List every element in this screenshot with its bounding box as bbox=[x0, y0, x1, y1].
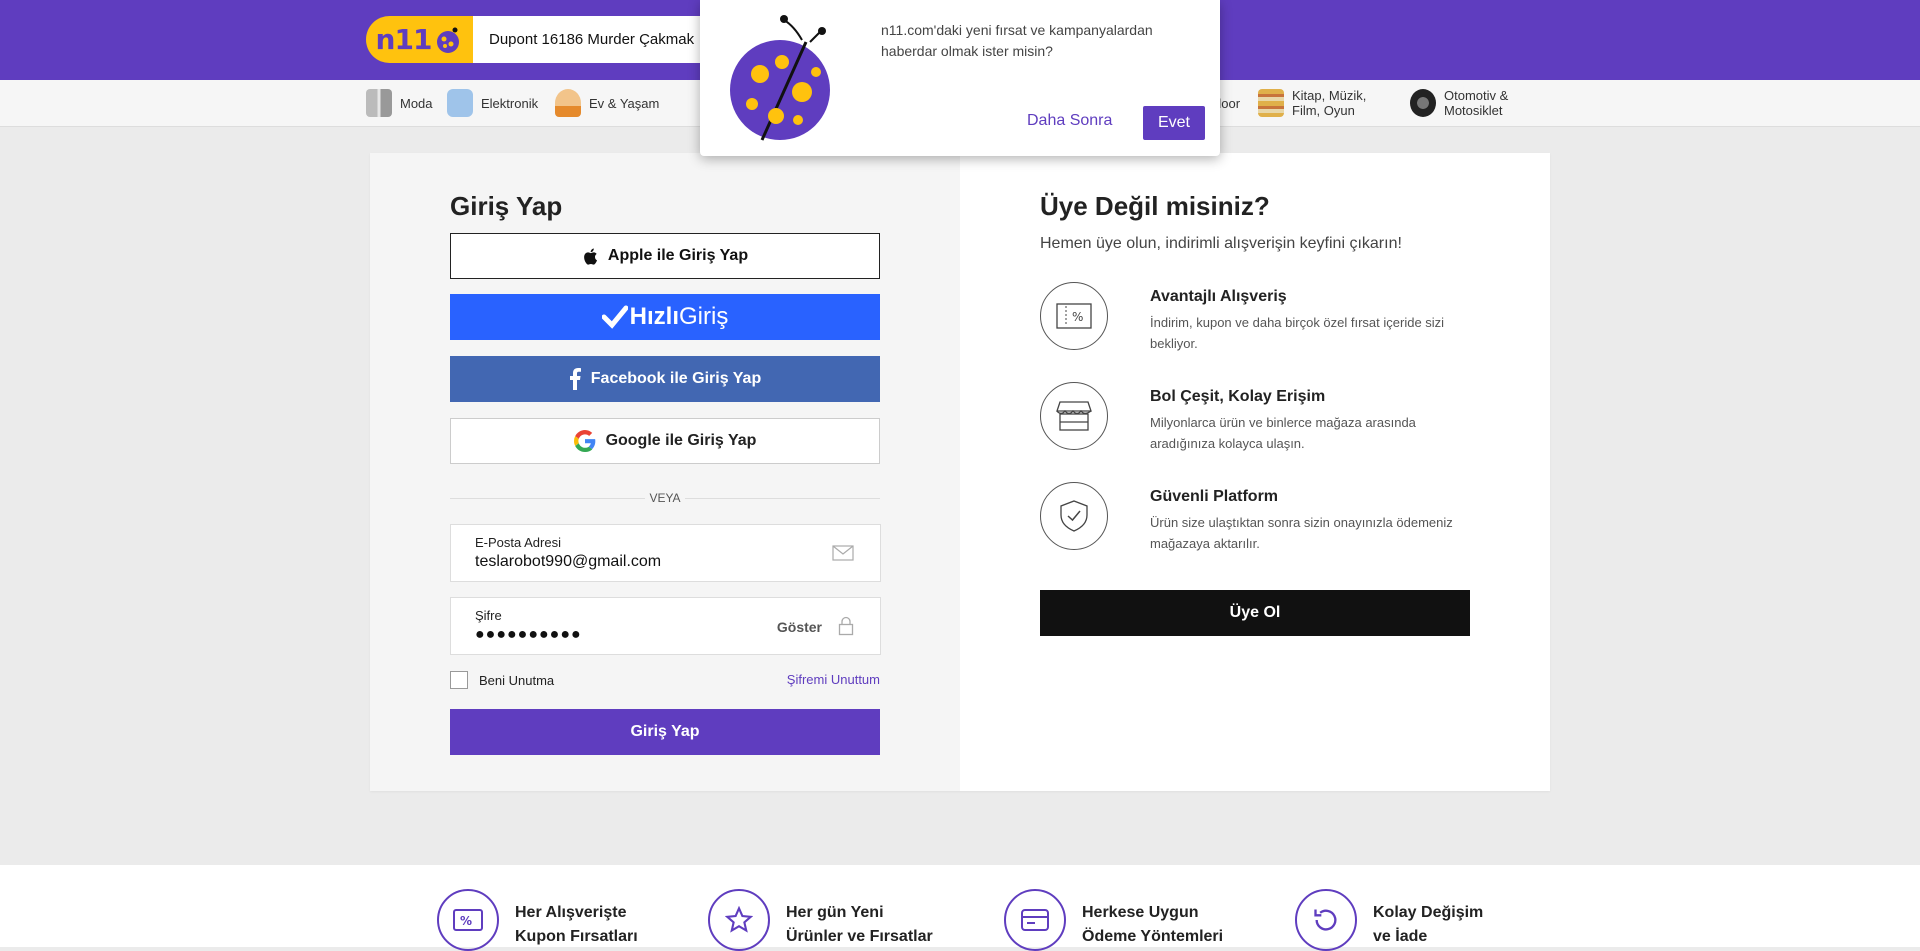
email-label: E-Posta Adresi bbox=[475, 535, 561, 550]
footer-feature-text: Her gün Yeni Ürünler ve Fırsatlar bbox=[786, 901, 986, 949]
google-icon bbox=[573, 430, 595, 452]
login-submit-button[interactable]: Giriş Yap bbox=[450, 709, 880, 755]
register-subtitle: Hemen üye olun, indirimli alışverişin ke… bbox=[1040, 235, 1402, 252]
checkmark-icon bbox=[601, 305, 628, 329]
auth-card: Giriş Yap Apple ile Giriş Yap Hızlı Giriş… bbox=[370, 153, 1550, 791]
password-field[interactable]: Şifre ●●●●●●●●●● Göster bbox=[450, 597, 881, 655]
register-button[interactable]: Üye Ol bbox=[1040, 590, 1470, 636]
footer-line: Kupon Fırsatları bbox=[515, 928, 638, 945]
apple-icon bbox=[584, 248, 597, 265]
search-input[interactable]: Dupont 16186 Murder Çakmak bbox=[473, 16, 713, 63]
category-label: Otomotiv & Motosiklet bbox=[1444, 88, 1509, 118]
divider-line bbox=[685, 498, 880, 499]
footer-feature-text: Herkese Uygun Ödeme Yöntemleri bbox=[1082, 901, 1282, 949]
forgot-password-link[interactable]: Şifremi Unuttum bbox=[787, 672, 880, 687]
card-icon bbox=[1004, 889, 1066, 951]
mail-icon bbox=[832, 545, 854, 561]
footer-line: Her gün Yeni bbox=[786, 904, 884, 921]
tire-icon bbox=[1410, 89, 1436, 117]
feature-item: Bol Çeşit, Kolay Erişim Milyonlarca ürün… bbox=[1040, 382, 1480, 456]
feature-item: % Avantajlı Alışveriş İndirim, kupon ve … bbox=[1040, 282, 1480, 356]
register-panel: Üye Değil misiniz? Hemen üye olun, indir… bbox=[960, 153, 1550, 791]
facebook-login-label: Facebook ile Giriş Yap bbox=[590, 370, 762, 387]
star-icon bbox=[708, 889, 770, 951]
footer-line: Kolay Değişim bbox=[1373, 904, 1484, 921]
footer-features: % Her Alışverişte Kupon Fırsatları Her g… bbox=[0, 865, 1920, 951]
lock-icon bbox=[838, 616, 854, 636]
coupon-icon: % bbox=[437, 889, 499, 951]
footer-line: Herkese Uygun bbox=[1082, 904, 1199, 921]
feature-title: Bol Çeşit, Kolay Erişim bbox=[1150, 388, 1326, 405]
footer-line: Ödeme Yöntemleri bbox=[1082, 928, 1224, 945]
apple-login-label: Apple ile Giriş Yap bbox=[607, 247, 749, 264]
store-icon bbox=[1040, 382, 1108, 450]
category-otomotiv[interactable]: Otomotiv & Motosiklet bbox=[1410, 80, 1534, 126]
notification-popup: n11.com'daki yeni fırsat ve kampanyalard… bbox=[700, 0, 1220, 156]
apple-login-button[interactable]: Apple ile Giriş Yap bbox=[450, 233, 880, 279]
facebook-icon bbox=[569, 368, 581, 390]
show-password-button[interactable]: Göster bbox=[777, 619, 822, 635]
email-field[interactable]: E-Posta Adresi teslarobot990@gmail.com bbox=[450, 524, 881, 582]
category-moda[interactable]: Moda bbox=[366, 80, 433, 126]
remember-me-label: Beni Unutma bbox=[479, 673, 555, 688]
remember-me-checkbox[interactable] bbox=[450, 671, 468, 689]
feature-desc: Ürün size ulaştıktan sonra sizin onayını… bbox=[1150, 515, 1453, 551]
feature-title: Güvenli Platform bbox=[1150, 488, 1279, 505]
google-login-label: Google ile Giriş Yap bbox=[605, 432, 757, 449]
login-panel: Giriş Yap Apple ile Giriş Yap Hızlı Giriş… bbox=[370, 153, 960, 791]
popup-message: n11.com'daki yeni fırsat ve kampanyalard… bbox=[881, 22, 1153, 59]
hizli-light-label: Giriş bbox=[679, 303, 729, 330]
login-title: Giriş Yap bbox=[450, 191, 563, 221]
ladybug-logo-icon bbox=[437, 27, 460, 53]
electronics-icon bbox=[447, 89, 473, 117]
feature-item: Güvenli Platform Ürün size ulaştıktan so… bbox=[1040, 482, 1480, 556]
fashion-icon bbox=[366, 89, 392, 117]
logo-text: n11 bbox=[375, 23, 433, 56]
facebook-login-button[interactable]: Facebook ile Giriş Yap bbox=[450, 356, 880, 402]
footer-line: Her Alışverişte bbox=[515, 904, 627, 921]
feature-desc: İndirim, kupon ve daha birçok özel fırsa… bbox=[1150, 315, 1445, 351]
popup-later-button[interactable]: Daha Sonra bbox=[1027, 112, 1112, 130]
shield-icon bbox=[1040, 482, 1108, 550]
hizli-giris-button[interactable]: Hızlı Giriş bbox=[450, 294, 880, 340]
footer-feature-text: Kolay Değişim ve İade bbox=[1373, 901, 1573, 949]
return-icon bbox=[1295, 889, 1357, 951]
ladybug-icon bbox=[730, 15, 830, 141]
book-icon bbox=[1258, 89, 1284, 117]
or-divider: VEYA bbox=[450, 490, 880, 506]
coupon-icon: % bbox=[1040, 282, 1108, 350]
category-ev-yasam[interactable]: Ev & Yaşam bbox=[555, 80, 659, 126]
category-elektronik[interactable]: Elektronik bbox=[447, 80, 538, 126]
home-icon bbox=[555, 89, 581, 117]
n11-logo[interactable]: n11 bbox=[366, 16, 473, 63]
category-label: Elektronik bbox=[481, 95, 539, 111]
password-label: Şifre bbox=[475, 608, 502, 623]
footer-line: Ürünler ve Fırsatlar bbox=[786, 928, 933, 945]
category-label: Moda bbox=[400, 95, 433, 111]
email-value[interactable]: teslarobot990@gmail.com bbox=[475, 553, 661, 571]
feature-desc: Milyonlarca ürün ve binlerce mağaza aras… bbox=[1150, 415, 1416, 451]
footer-line: ve İade bbox=[1373, 928, 1428, 945]
footer-feature-text: Her Alışverişte Kupon Fırsatları bbox=[515, 901, 715, 949]
feature-title: Avantajlı Alışveriş bbox=[1150, 288, 1287, 305]
category-label: Kitap, Müzik, Film, Oyun bbox=[1292, 88, 1367, 118]
category-kitap[interactable]: Kitap, Müzik, Film, Oyun bbox=[1258, 80, 1392, 126]
register-title: Üye Değil misiniz? bbox=[1040, 191, 1270, 221]
google-login-button[interactable]: Google ile Giriş Yap bbox=[450, 418, 880, 464]
hizli-bold-label: Hızlı bbox=[629, 303, 679, 330]
password-value[interactable]: ●●●●●●●●●● bbox=[475, 626, 582, 644]
svg-text:%: % bbox=[460, 914, 472, 928]
popup-yes-button[interactable]: Evet bbox=[1143, 106, 1205, 140]
svg-text:%: % bbox=[1072, 310, 1083, 324]
category-label: Ev & Yaşam bbox=[589, 95, 660, 111]
